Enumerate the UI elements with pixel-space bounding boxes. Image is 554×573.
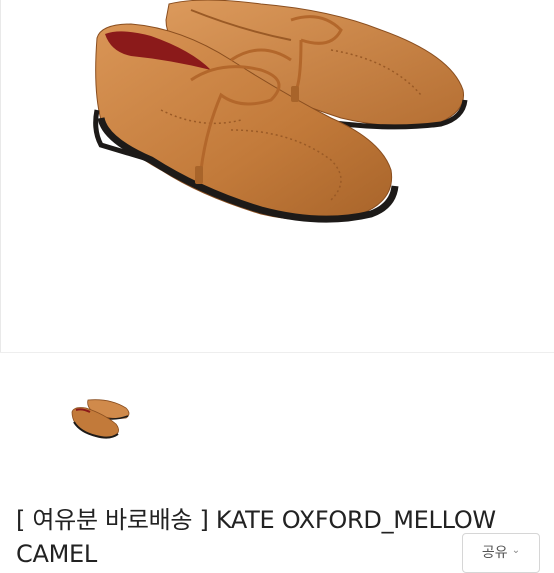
product-thumbnail[interactable] — [60, 388, 140, 452]
divider — [0, 352, 554, 353]
share-button-label: 공유 — [481, 545, 508, 561]
camel-oxford-shoes-image — [93, 0, 468, 223]
share-button[interactable]: 공유 ⌄ — [462, 533, 540, 573]
product-main-image — [0, 0, 554, 352]
chevron-down-icon: ⌄ — [511, 545, 521, 556]
product-title: [ 여유분 바로배송 ] KATE OXFORD_MELLOW CAMEL — [16, 506, 496, 568]
camel-oxford-shoes-thumbnail — [71, 399, 130, 439]
